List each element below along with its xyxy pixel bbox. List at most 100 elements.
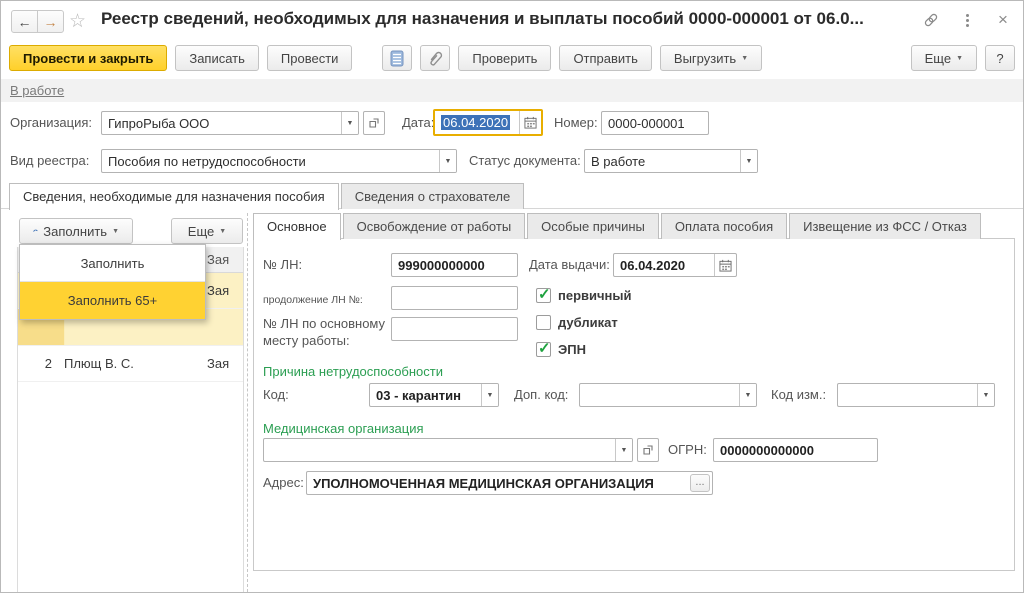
- code-label: Код:: [263, 383, 289, 407]
- close-icon[interactable]: ×: [993, 10, 1013, 30]
- code-change-combo[interactable]: ▼: [837, 383, 995, 407]
- favorite-star-icon[interactable]: ☆: [69, 10, 86, 33]
- ln-main-work-label-line2: месту работы:: [263, 333, 350, 348]
- save-label: Записать: [189, 51, 245, 66]
- tab-benefit-payment[interactable]: Оплата пособия: [661, 213, 787, 239]
- checkbox-primary[interactable]: ✓ первичный: [536, 288, 632, 303]
- tab-insurer-info[interactable]: Сведения о страхователе: [341, 183, 524, 209]
- ln-main-work-label: № ЛН по основному месту работы:: [263, 315, 385, 339]
- organization-label: Организация:: [10, 111, 92, 135]
- organization-open-button[interactable]: [363, 111, 385, 135]
- tab-special-reasons[interactable]: Особые причины: [527, 213, 659, 239]
- medical-org-combo[interactable]: ▼: [263, 438, 633, 462]
- ln-main-work-label-line1: № ЛН по основному: [263, 316, 385, 331]
- save-button[interactable]: Записать: [175, 45, 259, 71]
- chevron-down-icon: ▼: [219, 228, 226, 235]
- attachments-button[interactable]: [420, 45, 450, 71]
- calendar-icon[interactable]: [519, 111, 541, 134]
- send-button[interactable]: Отправить: [559, 45, 651, 71]
- menu-item-fill-65plus[interactable]: Заполнить 65+: [20, 282, 205, 319]
- post-and-close-button[interactable]: Провести и закрыть: [9, 45, 167, 71]
- check-button[interactable]: Проверить: [458, 45, 551, 71]
- ln-continuation-field[interactable]: [391, 286, 518, 310]
- tab-benefit-info[interactable]: Сведения, необходимые для назначения пос…: [9, 183, 339, 210]
- menu-item-fill[interactable]: Заполнить: [20, 245, 205, 282]
- date-field[interactable]: 06.04.2020: [433, 109, 543, 136]
- medical-org-dropdown-arrow-icon[interactable]: ▼: [615, 439, 632, 461]
- panel-splitter[interactable]: [247, 213, 248, 592]
- issue-date-field[interactable]: 06.04.2020: [613, 253, 737, 277]
- post-button[interactable]: Провести: [267, 45, 353, 71]
- row2-name-cell[interactable]: Плющ В. С.: [64, 346, 134, 381]
- more-label: Еще: [925, 51, 951, 66]
- post-label: Провести: [281, 51, 339, 66]
- duplicate-checkbox-box[interactable]: [536, 315, 551, 330]
- issue-date-label: Дата выдачи:: [529, 253, 610, 277]
- help-button[interactable]: ?: [985, 45, 1015, 71]
- help-icon: ?: [996, 51, 1003, 66]
- more-button[interactable]: Еще ▼: [911, 45, 977, 71]
- ln-main-work-field[interactable]: [391, 317, 518, 341]
- nav-forward-button[interactable]: →: [37, 10, 64, 33]
- tab-work-release[interactable]: Освобождение от работы: [343, 213, 526, 239]
- code-combo[interactable]: 03 - карантин ▼: [369, 383, 499, 407]
- post-and-close-label: Провести и закрыть: [23, 51, 153, 66]
- issue-date-calendar-icon[interactable]: [714, 254, 736, 276]
- registry-dropdown-arrow-icon[interactable]: ▼: [439, 150, 456, 172]
- ln-number-field[interactable]: 999000000000: [391, 253, 518, 277]
- address-field[interactable]: УПОЛНОМОЧЕННАЯ МЕДИЦИНСКАЯ ОРГАНИЗАЦИЯ .…: [306, 471, 713, 495]
- tab-fss-notice[interactable]: Извещение из ФСС / Отказ: [789, 213, 981, 239]
- doc-status-value: В работе: [585, 154, 740, 169]
- code-dropdown-arrow-icon[interactable]: ▼: [481, 384, 498, 406]
- row2-application-cell[interactable]: Зая: [207, 346, 229, 381]
- tab-main[interactable]: Основное: [253, 213, 341, 240]
- row2-number-cell[interactable]: 2: [32, 346, 52, 381]
- page-title: Реестр сведений, необходимых для назначе…: [101, 9, 929, 29]
- primary-checkbox-box[interactable]: ✓: [536, 288, 551, 303]
- issue-date-value: 06.04.2020: [614, 258, 714, 273]
- checkbox-duplicate[interactable]: дубликат: [536, 315, 618, 330]
- upload-button[interactable]: Выгрузить▼: [660, 45, 762, 71]
- link-icon[interactable]: [921, 10, 941, 30]
- eln-checkbox-box[interactable]: ✓: [536, 342, 551, 357]
- registry-type-label: Вид реестра:: [10, 149, 89, 173]
- address-select-button[interactable]: ...: [690, 474, 710, 492]
- fill-button[interactable]: Заполнить ▼: [19, 218, 133, 244]
- left-more-button[interactable]: Еще ▼: [171, 218, 243, 244]
- additional-code-combo[interactable]: ▼: [579, 383, 757, 407]
- registry-type-combo[interactable]: Пособия по нетрудоспособности ▼: [101, 149, 457, 173]
- more-options-icon[interactable]: [957, 10, 977, 30]
- chevron-down-icon: ▼: [112, 228, 119, 235]
- doc-status-label: Статус документа:: [469, 149, 581, 173]
- ogrn-field[interactable]: 0000000000000: [713, 438, 878, 462]
- number-field[interactable]: 0000-000001: [601, 111, 709, 135]
- send-label: Отправить: [573, 51, 637, 66]
- open-form-icon: [368, 117, 380, 129]
- doc-status-dropdown-arrow-icon[interactable]: ▼: [740, 150, 757, 172]
- column-header-application: Зая: [207, 252, 229, 267]
- row1-application-cell[interactable]: Зая: [207, 273, 229, 308]
- chain-link-icon: [922, 11, 940, 29]
- duplicate-checkbox-label: дубликат: [558, 315, 618, 330]
- chevron-down-icon: ▼: [956, 55, 963, 62]
- doc-status-combo[interactable]: В работе ▼: [584, 149, 758, 173]
- document-state-link[interactable]: В работе: [10, 83, 64, 98]
- title-bar: ← → ☆ Реестр сведений, необходимых для н…: [1, 1, 1023, 39]
- code-value: 03 - карантин: [370, 388, 481, 403]
- ln-number-value: 999000000000: [392, 258, 517, 273]
- organization-dropdown-arrow-icon[interactable]: ▼: [341, 112, 358, 134]
- check-icon: ✓: [538, 285, 551, 303]
- table-row-2[interactable]: 2 Плющ В. С. Зая: [18, 346, 243, 382]
- nav-back-button[interactable]: ←: [11, 10, 38, 33]
- status-strip: В работе: [1, 79, 1023, 102]
- checkbox-eln[interactable]: ✓ ЭПН: [536, 342, 586, 357]
- document-list-button[interactable]: [382, 45, 412, 71]
- chevron-down-icon: ▼: [741, 55, 748, 62]
- code-change-label: Код изм.:: [771, 383, 826, 407]
- back-arrow-icon: ←: [18, 14, 32, 30]
- additional-code-dropdown-arrow-icon[interactable]: ▼: [739, 384, 756, 406]
- organization-combo[interactable]: ГипроРыба ООО ▼: [101, 111, 359, 135]
- medical-org-open-button[interactable]: [637, 438, 659, 462]
- code-change-dropdown-arrow-icon[interactable]: ▼: [977, 384, 994, 406]
- medical-org-header: Медицинская организация: [263, 421, 424, 436]
